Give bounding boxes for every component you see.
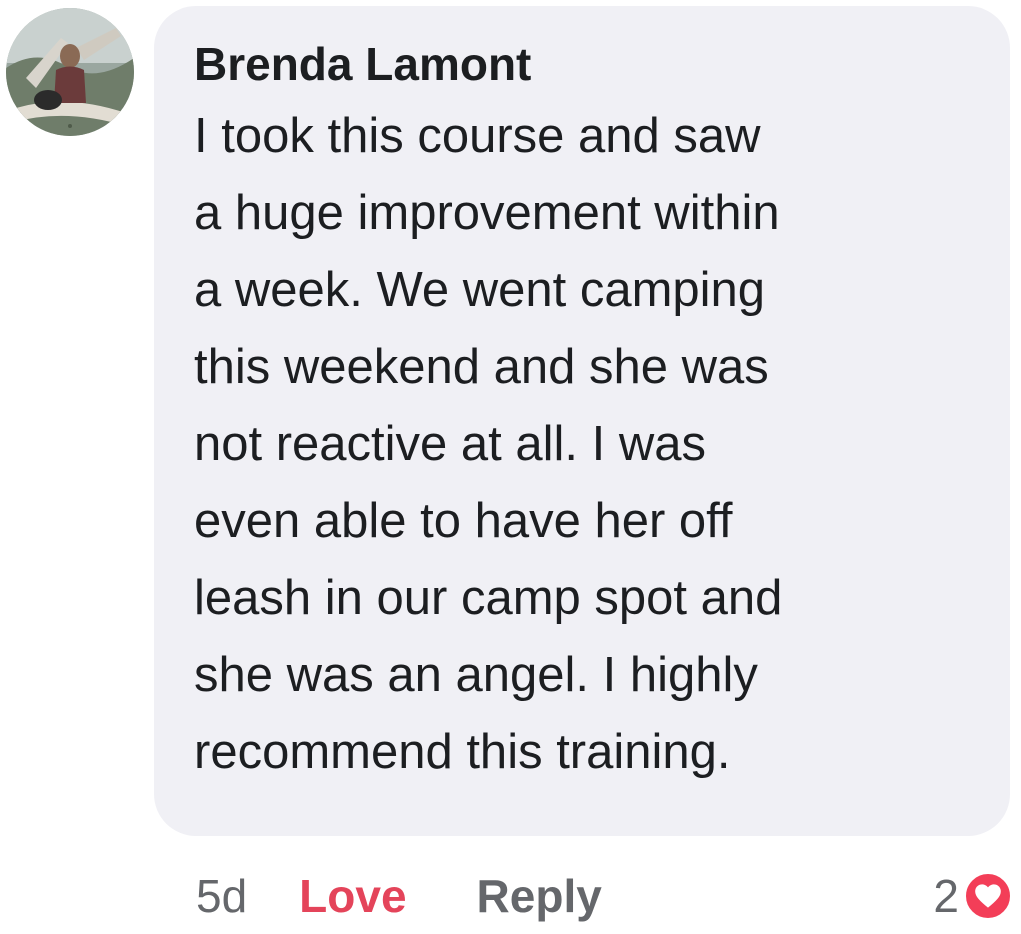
- heart-icon: [963, 871, 1013, 921]
- avatar-photo: [6, 8, 134, 136]
- comment-timestamp[interactable]: 5d: [196, 869, 247, 923]
- comment-text: I took this course and saw a huge improv…: [194, 98, 980, 791]
- author-name[interactable]: Brenda Lamont: [194, 36, 980, 92]
- comment-text-line: leash in our camp spot and: [194, 571, 783, 625]
- comment-text-line: I took this course and saw: [194, 109, 761, 163]
- comment-text-line: this weekend and she was: [194, 340, 769, 394]
- comment-text-line: recommend this training.: [194, 725, 731, 779]
- reply-button[interactable]: Reply: [477, 869, 602, 923]
- comment-text-line: a huge improvement within: [194, 186, 780, 240]
- comment-text-line: a week. We went camping: [194, 263, 766, 317]
- comment-actions: 5d Love Reply: [196, 866, 602, 926]
- love-button[interactable]: Love: [299, 869, 406, 923]
- comment-text-line: even able to have her off: [194, 494, 733, 548]
- comment-text-line: not reactive at all. I was: [194, 417, 707, 471]
- reaction-count: 2: [933, 870, 959, 922]
- author-avatar[interactable]: [6, 8, 134, 136]
- comment: Brenda Lamont I took this course and saw…: [0, 0, 1021, 934]
- comment-bubble: Brenda Lamont I took this course and saw…: [154, 6, 1010, 836]
- comment-text-line: she was an angel. I highly: [194, 648, 758, 702]
- reaction-summary[interactable]: 2: [933, 866, 1013, 926]
